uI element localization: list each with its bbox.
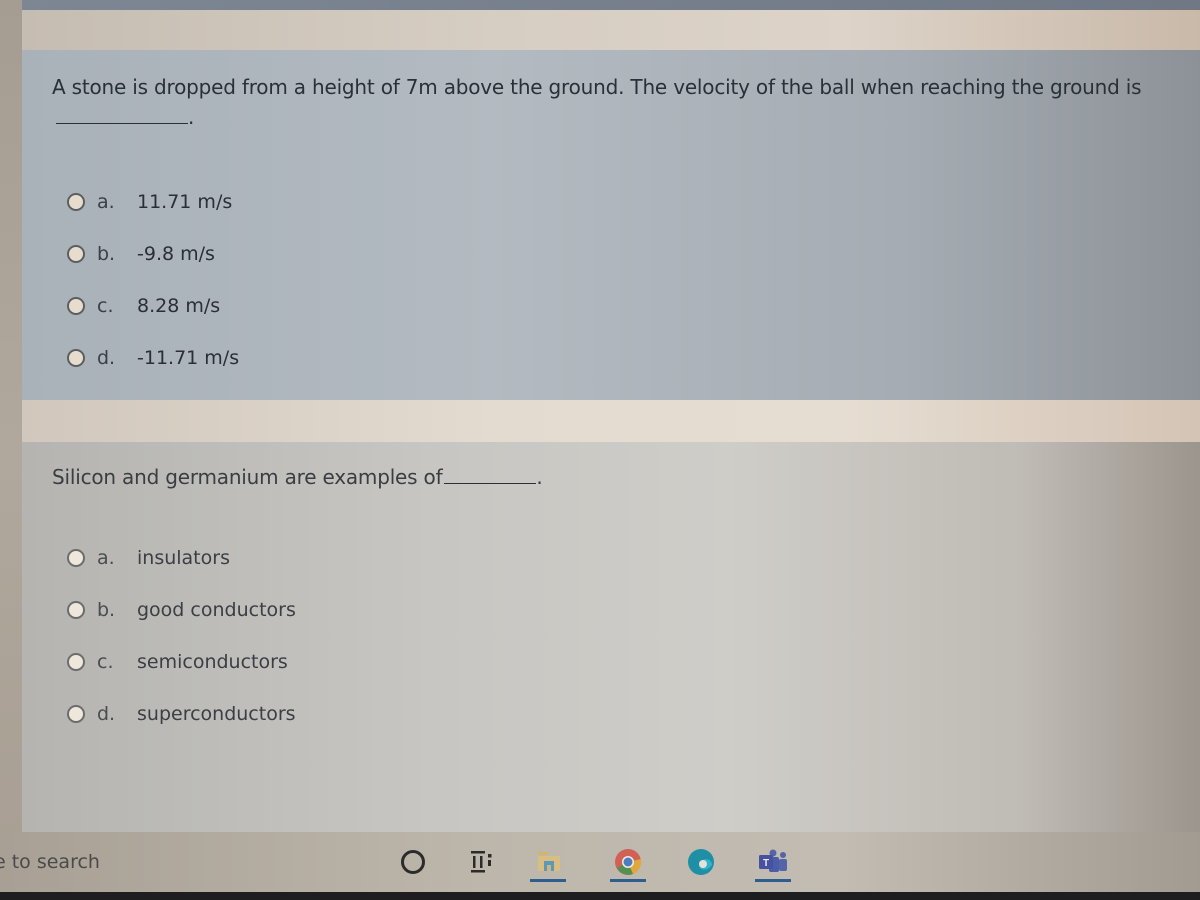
answer-list: a. 11.71 m/s b. -9.8 m/s c. 8.28 m/s d. … — [67, 176, 239, 384]
answer-text[interactable]: -11.71 m/s — [137, 347, 239, 369]
radio-button[interactable] — [67, 349, 85, 367]
answer-letter: c. — [97, 295, 114, 317]
answer-letter: c. — [97, 651, 114, 673]
question-separator — [22, 400, 1200, 442]
answer-letter: a. — [97, 191, 115, 213]
answer-option-a[interactable]: a. 11.71 m/s — [67, 176, 239, 228]
question-card-2: Silicon and germanium are examples of. a… — [22, 442, 1200, 832]
answer-blank — [56, 123, 188, 124]
answer-option-b[interactable]: b. good conductors — [67, 584, 296, 636]
radio-button[interactable] — [67, 705, 85, 723]
answer-option-d[interactable]: d. -11.71 m/s — [67, 332, 239, 384]
teams-icon: T — [759, 849, 787, 872]
answer-letter: d. — [97, 347, 116, 369]
answer-text[interactable]: good conductors — [137, 599, 296, 621]
question-text: A stone is dropped from a height of 7m a… — [52, 72, 1192, 132]
active-indicator — [755, 879, 791, 882]
cortana-icon — [401, 850, 425, 874]
edge-icon — [688, 849, 714, 875]
question-suffix: . — [188, 105, 195, 129]
search-placeholder[interactable]: e to search — [0, 851, 100, 873]
active-indicator — [610, 879, 646, 882]
answer-text[interactable]: insulators — [137, 547, 230, 569]
teams-button[interactable]: T — [755, 844, 791, 882]
question-suffix: . — [536, 465, 543, 489]
page-left-edge — [0, 0, 22, 900]
answer-text[interactable]: 11.71 m/s — [137, 191, 232, 213]
answer-letter: b. — [97, 599, 116, 621]
screen: A stone is dropped from a height of 7m a… — [0, 0, 1200, 900]
radio-button[interactable] — [67, 193, 85, 211]
edge-button[interactable] — [683, 844, 719, 880]
answer-option-b[interactable]: b. -9.8 m/s — [67, 228, 239, 280]
answer-text[interactable]: superconductors — [137, 703, 296, 725]
answer-letter: a. — [97, 547, 115, 569]
taskbar-search-box[interactable]: e to search — [0, 844, 420, 880]
answer-option-d[interactable]: d. superconductors — [67, 688, 296, 740]
file-explorer-icon — [538, 852, 560, 871]
chrome-button[interactable] — [610, 844, 646, 882]
task-view-icon — [471, 851, 492, 873]
answer-option-a[interactable]: a. insulators — [67, 532, 296, 584]
cortana-button[interactable] — [395, 844, 431, 880]
task-view-button[interactable] — [463, 844, 499, 880]
svg-text:T: T — [763, 858, 769, 869]
active-indicator — [530, 879, 566, 882]
answer-option-c[interactable]: c. semiconductors — [67, 636, 296, 688]
question-text: Silicon and germanium are examples of. — [52, 462, 543, 492]
answer-option-c[interactable]: c. 8.28 m/s — [67, 280, 239, 332]
top-bar — [20, 0, 1200, 10]
file-explorer-button[interactable] — [530, 844, 566, 882]
radio-button[interactable] — [67, 601, 85, 619]
answer-letter: b. — [97, 243, 116, 265]
question-1-text: A stone is dropped from a height of 7m a… — [52, 75, 1142, 99]
screen-bezel — [0, 892, 1200, 900]
chrome-icon — [615, 849, 642, 875]
radio-button[interactable] — [67, 297, 85, 315]
radio-button[interactable] — [67, 245, 85, 263]
answer-list: a. insulators b. good conductors c. semi… — [67, 532, 296, 740]
question-card-1: A stone is dropped from a height of 7m a… — [22, 50, 1200, 400]
answer-text[interactable]: semiconductors — [137, 651, 288, 673]
answer-blank — [444, 483, 537, 484]
answer-letter: d. — [97, 703, 116, 725]
radio-button[interactable] — [67, 549, 85, 567]
answer-text[interactable]: 8.28 m/s — [137, 295, 220, 317]
taskbar: e to search T — [0, 832, 1200, 892]
radio-button[interactable] — [67, 653, 85, 671]
answer-text[interactable]: -9.8 m/s — [137, 243, 215, 265]
question-separator — [22, 10, 1200, 50]
question-2-text: Silicon and germanium are examples of — [52, 465, 443, 489]
